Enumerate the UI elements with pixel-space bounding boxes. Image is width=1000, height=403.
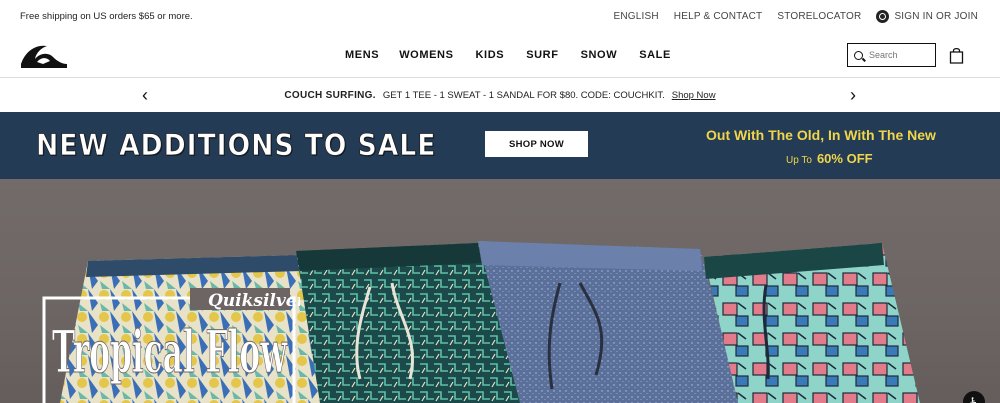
promo-next-arrow-icon[interactable]: ›: [846, 86, 860, 104]
signin-link[interactable]: SIGN IN OR JOIN: [876, 10, 978, 23]
promo-title: COUCH SURFING.: [284, 90, 376, 101]
utility-links: ENGLISH HELP & CONTACT STORELOCATOR SIGN…: [613, 10, 978, 23]
tropical-flow-logo: Quiksilver Tropical Flow: [42, 288, 300, 403]
utility-bar: Free shipping on US orders $65 or more. …: [0, 0, 1000, 33]
signin-label: SIGN IN OR JOIN: [894, 11, 978, 22]
help-contact-link[interactable]: HELP & CONTACT: [674, 11, 763, 22]
nav-surf[interactable]: SURF: [526, 49, 558, 61]
shipping-message: Free shipping on US orders $65 or more.: [20, 11, 193, 22]
sale-percent: 60% OFF: [816, 151, 873, 166]
search-input[interactable]: [869, 50, 929, 60]
nav-sale[interactable]: SALE: [639, 49, 671, 61]
tropical-brand: Quiksilver: [208, 291, 300, 311]
storelocator-link[interactable]: STORELOCATOR: [777, 11, 861, 22]
sale-banner[interactable]: NEW ADDITIONS TO SALE SHOP NOW Out With …: [0, 112, 1000, 179]
nav-womens[interactable]: WOMENS: [399, 49, 453, 61]
sale-headline: NEW ADDITIONS TO SALE: [36, 128, 437, 163]
language-link[interactable]: ENGLISH: [613, 11, 658, 22]
tropical-title: Tropical Flow: [52, 318, 288, 386]
shopping-bag-icon[interactable]: [949, 47, 964, 64]
sale-discount: Up To 60% OFF: [786, 151, 873, 166]
search-box[interactable]: [847, 43, 936, 67]
search-icon: [854, 50, 863, 60]
category-nav: MENS WOMENS KIDS SURF SNOW SALE: [345, 49, 671, 61]
user-icon: [876, 10, 890, 23]
shop-now-button[interactable]: SHOP NOW: [485, 131, 588, 157]
sale-tagline: Out With The Old, In With The New: [706, 127, 936, 143]
quiksilver-logo-icon[interactable]: [19, 40, 69, 70]
nav-kids[interactable]: KIDS: [476, 49, 505, 61]
promo-prev-arrow-icon[interactable]: ‹: [138, 86, 152, 104]
promo-shop-now-link[interactable]: Shop Now: [672, 90, 716, 101]
nav-snow[interactable]: SNOW: [581, 49, 618, 61]
promo-text: GET 1 TEE - 1 SWEAT - 1 SANDAL FOR $80. …: [382, 90, 665, 101]
nav-mens[interactable]: MENS: [345, 49, 379, 61]
sale-upto: Up To: [786, 155, 812, 166]
main-header: MENS WOMENS KIDS SURF SNOW SALE: [0, 33, 1000, 78]
hero-image[interactable]: Quiksilver Tropical Flow: [0, 179, 1000, 403]
